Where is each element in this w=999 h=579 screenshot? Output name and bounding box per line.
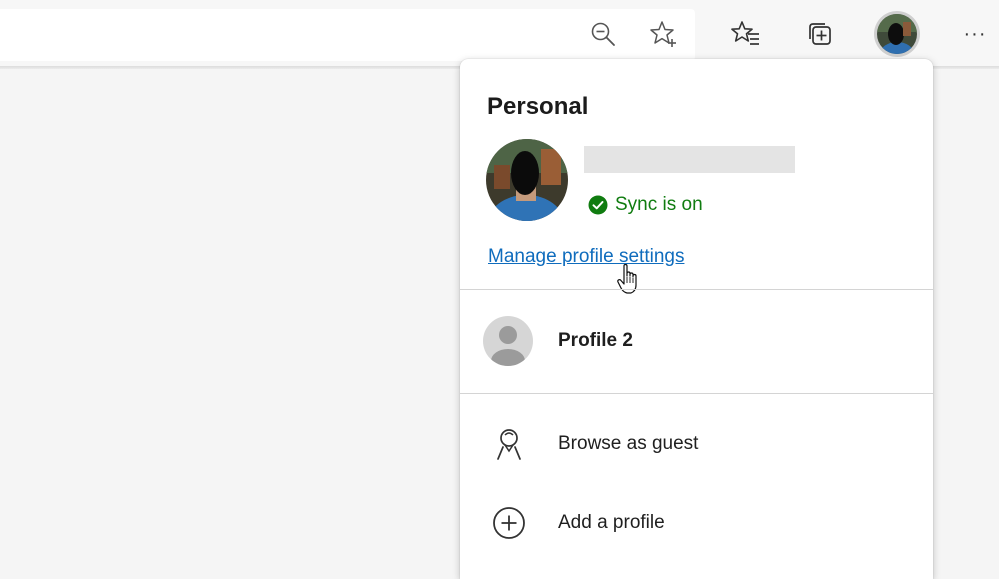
add-a-profile-item[interactable]: Add a profile [460,495,933,551]
add-favorite-icon[interactable] [644,14,684,54]
browse-as-guest-item[interactable]: Browse as guest [460,416,933,472]
guest-icon [497,429,521,460]
sync-status: Sync is on [588,193,703,217]
profile-photo [486,139,568,221]
more-options-icon[interactable]: ··· [955,14,995,54]
add-a-profile-label: Add a profile [558,512,665,533]
profile-2-item[interactable]: Profile 2 [460,313,933,369]
profile-avatar-button[interactable] [874,11,920,57]
flyout-heading: Personal [487,93,589,120]
collections-icon[interactable] [800,14,840,54]
browser-toolbar: ··· [0,0,999,66]
zoom-out-icon[interactable] [583,14,623,54]
section-divider [460,393,933,394]
section-divider [460,289,933,290]
hand-cursor-icon [617,264,637,294]
avatar [877,14,917,54]
browse-as-guest-label: Browse as guest [558,433,699,454]
profile-flyout: Personal Sync is on Manage profile setti… [460,59,933,579]
default-avatar-icon [483,316,533,366]
add-circle-icon [493,507,525,539]
profile-2-label: Profile 2 [558,330,633,351]
sync-status-text: Sync is on [615,194,703,215]
sync-check-icon [588,195,608,215]
manage-profile-settings-link[interactable]: Manage profile settings [488,246,684,268]
profile-name-redacted [584,146,795,173]
favorites-icon[interactable] [726,14,766,54]
